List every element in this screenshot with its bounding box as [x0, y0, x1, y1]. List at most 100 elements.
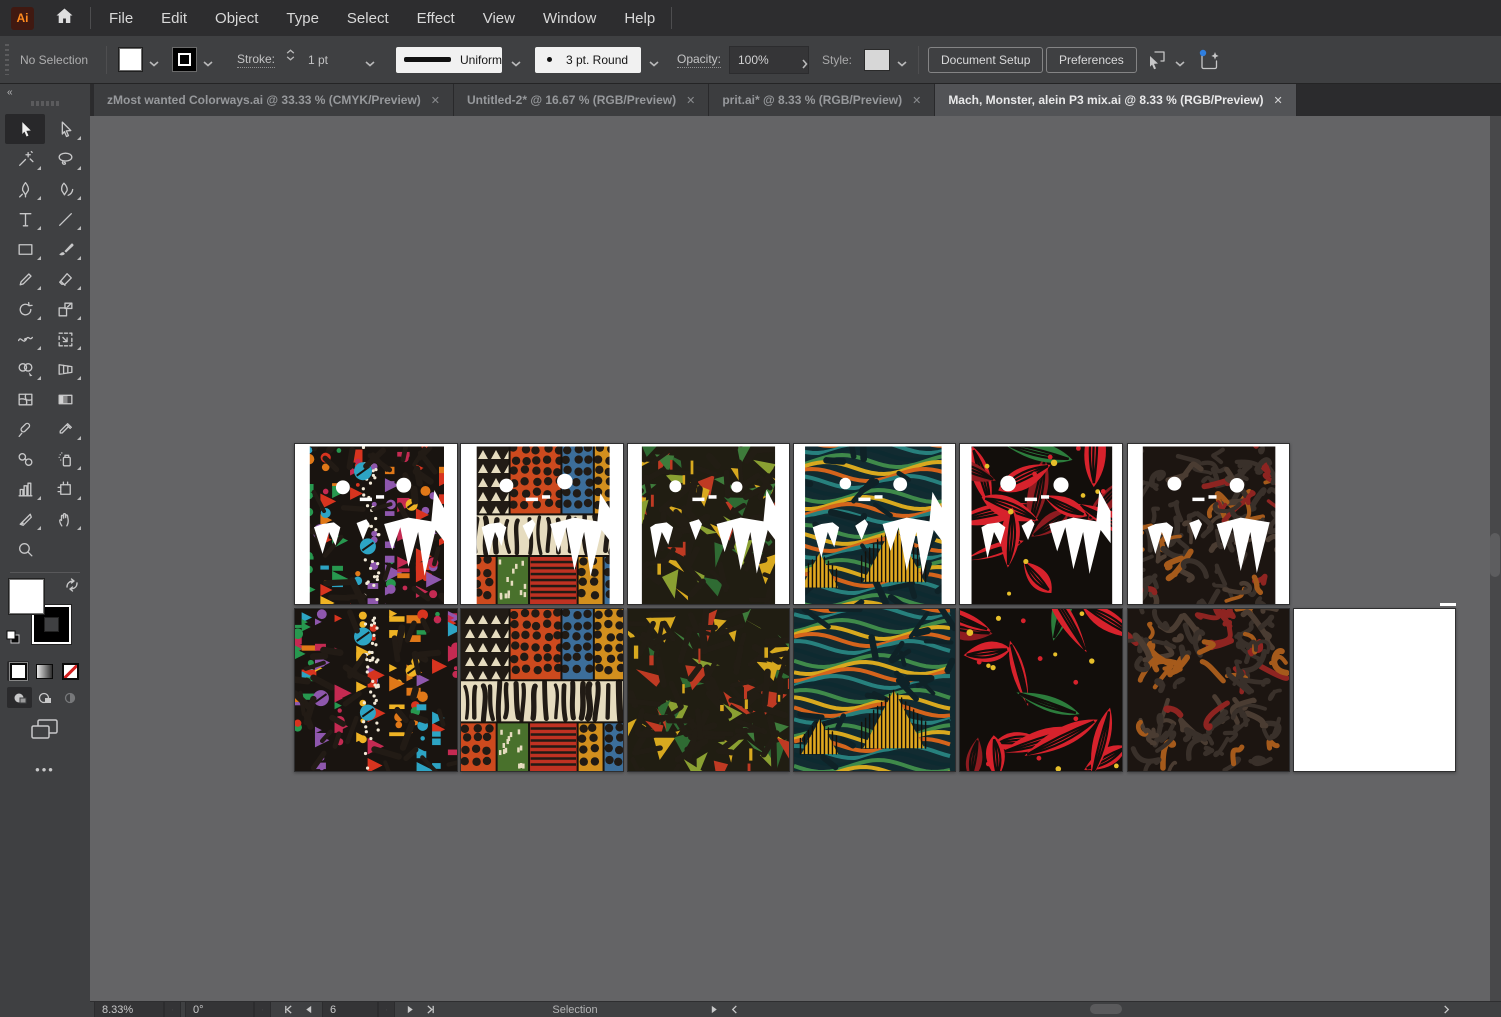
slice-tool[interactable] [5, 504, 45, 534]
hand-tool[interactable] [45, 504, 85, 534]
artboard-4-wave-masked[interactable] [793, 443, 956, 605]
tab-close-icon[interactable]: ✕ [686, 94, 695, 107]
gradient-button[interactable] [33, 661, 55, 681]
screen-mode-icon[interactable] [30, 717, 60, 746]
horizontal-scrollbar[interactable] [750, 1002, 1481, 1017]
document-tab-1[interactable]: zMost wanted Colorways.ai @ 33.33 % (CMY… [94, 84, 454, 116]
eyedropper-tool[interactable] [45, 414, 85, 444]
symbol-sprayer-tool[interactable] [45, 444, 85, 474]
gradient-tool[interactable] [45, 384, 85, 414]
pen-tool[interactable] [5, 174, 45, 204]
style-swatch[interactable] [864, 36, 890, 83]
select-similar-icon[interactable] [1143, 36, 1167, 83]
rotate-view-tool[interactable] [5, 414, 45, 444]
document-canvas[interactable] [90, 116, 1501, 1002]
horizontal-scrollbar-thumb[interactable] [1090, 1004, 1122, 1014]
type-tool[interactable] [5, 204, 45, 234]
menu-edit[interactable]: Edit [161, 10, 187, 27]
opacity-label[interactable]: Opacity: [677, 36, 721, 83]
stroke-color-swatch[interactable] [172, 36, 197, 83]
draw-behind-icon[interactable] [32, 687, 57, 708]
tab-close-icon[interactable]: ✕ [431, 94, 440, 107]
document-tab-3[interactable]: prit.ai* @ 8.33 % (RGB/Preview)✕ [709, 84, 935, 116]
draw-normal-icon[interactable] [7, 687, 32, 708]
first-artboard-button[interactable] [284, 1002, 293, 1017]
previous-artboard-button[interactable] [304, 1002, 313, 1017]
brush-definition[interactable]: 3 pt. Round [535, 36, 641, 83]
brush-dropdown[interactable] [646, 36, 662, 91]
toolbar-overflow-icon[interactable]: ••• [0, 762, 90, 777]
generative-recolor-icon[interactable] [1196, 36, 1222, 83]
last-artboard-button[interactable] [426, 1002, 435, 1017]
vertical-scrollbar[interactable] [1490, 116, 1501, 1002]
preferences-button[interactable]: Preferences [1046, 36, 1137, 83]
fill-color-swatch[interactable] [118, 36, 143, 83]
artboard-10-wave[interactable] [793, 608, 956, 772]
stroke-color-dropdown[interactable] [200, 36, 216, 91]
color-button[interactable] [7, 661, 29, 681]
document-tab-4[interactable]: Mach, Monster, alein P3 mix.ai @ 8.33 % … [935, 84, 1296, 116]
rotate-tool[interactable] [5, 294, 45, 324]
artboard-12-dark-squiggle[interactable] [1127, 608, 1290, 772]
menu-window[interactable]: Window [543, 10, 596, 27]
swap-fill-stroke-icon[interactable] [64, 578, 80, 597]
menu-file[interactable]: File [109, 10, 133, 27]
next-artboard-button[interactable] [406, 1002, 415, 1017]
mesh-tool[interactable] [5, 384, 45, 414]
scroll-left-button[interactable] [730, 1002, 739, 1017]
panel-drag-handle[interactable] [0, 101, 90, 106]
zoom-level-select[interactable]: 8.33% [94, 1002, 181, 1017]
draw-inside-icon[interactable] [57, 687, 82, 708]
select-similar-dropdown[interactable] [1172, 36, 1188, 91]
menu-type[interactable]: Type [286, 10, 319, 27]
tab-close-icon[interactable]: ✕ [912, 94, 921, 107]
vertical-scrollbar-thumb[interactable] [1490, 533, 1500, 577]
artboard-1-multicolor-tribal-masked[interactable] [294, 443, 458, 605]
artboard-13-blank[interactable] [1293, 608, 1456, 772]
magic-wand-tool[interactable] [5, 144, 45, 174]
panel-grip[interactable] [5, 44, 9, 75]
stroke-weight-stepper[interactable] [286, 49, 295, 61]
zoom-tool[interactable] [5, 534, 45, 564]
rectangle-tool[interactable] [5, 234, 45, 264]
tab-close-icon[interactable]: ✕ [1273, 94, 1282, 107]
curvature-tool[interactable] [45, 174, 85, 204]
artboard-number-select[interactable]: 6 [322, 1002, 395, 1017]
none-button[interactable] [59, 661, 81, 681]
artboard-3-scribble-masked[interactable] [627, 443, 790, 605]
app-logo-icon[interactable]: Ai [11, 7, 34, 30]
artboard-5-leaves-masked[interactable] [959, 443, 1123, 605]
fill-color-dropdown[interactable] [146, 36, 162, 91]
document-setup-button[interactable]: Document Setup [928, 36, 1043, 83]
stroke-weight-value[interactable]: 1 pt [308, 36, 328, 83]
shape-builder-tool[interactable] [5, 354, 45, 384]
width-tool-tool[interactable] [5, 324, 45, 354]
stroke-weight-dropdown[interactable] [362, 36, 378, 91]
artboard-11-leaves[interactable] [959, 608, 1123, 772]
variable-width-profile[interactable]: Uniform [396, 36, 502, 83]
eraser-tool[interactable] [45, 264, 85, 294]
artboard-8-patchwork[interactable] [460, 608, 624, 772]
menu-object[interactable]: Object [215, 10, 258, 27]
document-tab-2[interactable]: Untitled-2* @ 16.67 % (RGB/Preview)✕ [454, 84, 709, 116]
menu-select[interactable]: Select [347, 10, 389, 27]
selection-tool[interactable] [5, 114, 45, 144]
artboard-6-dark-squiggle-masked[interactable] [1127, 443, 1290, 605]
menu-effect[interactable]: Effect [417, 10, 455, 27]
scale-tool[interactable] [45, 294, 85, 324]
scroll-right-button[interactable] [1442, 1002, 1451, 1017]
direct-selection-tool[interactable] [45, 114, 85, 144]
artboard-9-scribble[interactable] [627, 608, 790, 772]
artboard-tool[interactable] [45, 474, 85, 504]
home-icon[interactable] [55, 7, 74, 30]
paintbrush-tool[interactable] [45, 234, 85, 264]
opacity-expand[interactable] [797, 36, 813, 91]
fill-proxy[interactable] [8, 578, 45, 615]
blend-tool[interactable] [5, 444, 45, 474]
default-fill-stroke-icon[interactable] [6, 630, 21, 650]
perspective-grid-tool[interactable] [45, 354, 85, 384]
artboard-7-multicolor-tribal[interactable] [294, 608, 458, 772]
free-transform-tool[interactable] [45, 324, 85, 354]
line-segment-tool[interactable] [45, 204, 85, 234]
menu-help[interactable]: Help [624, 10, 655, 27]
